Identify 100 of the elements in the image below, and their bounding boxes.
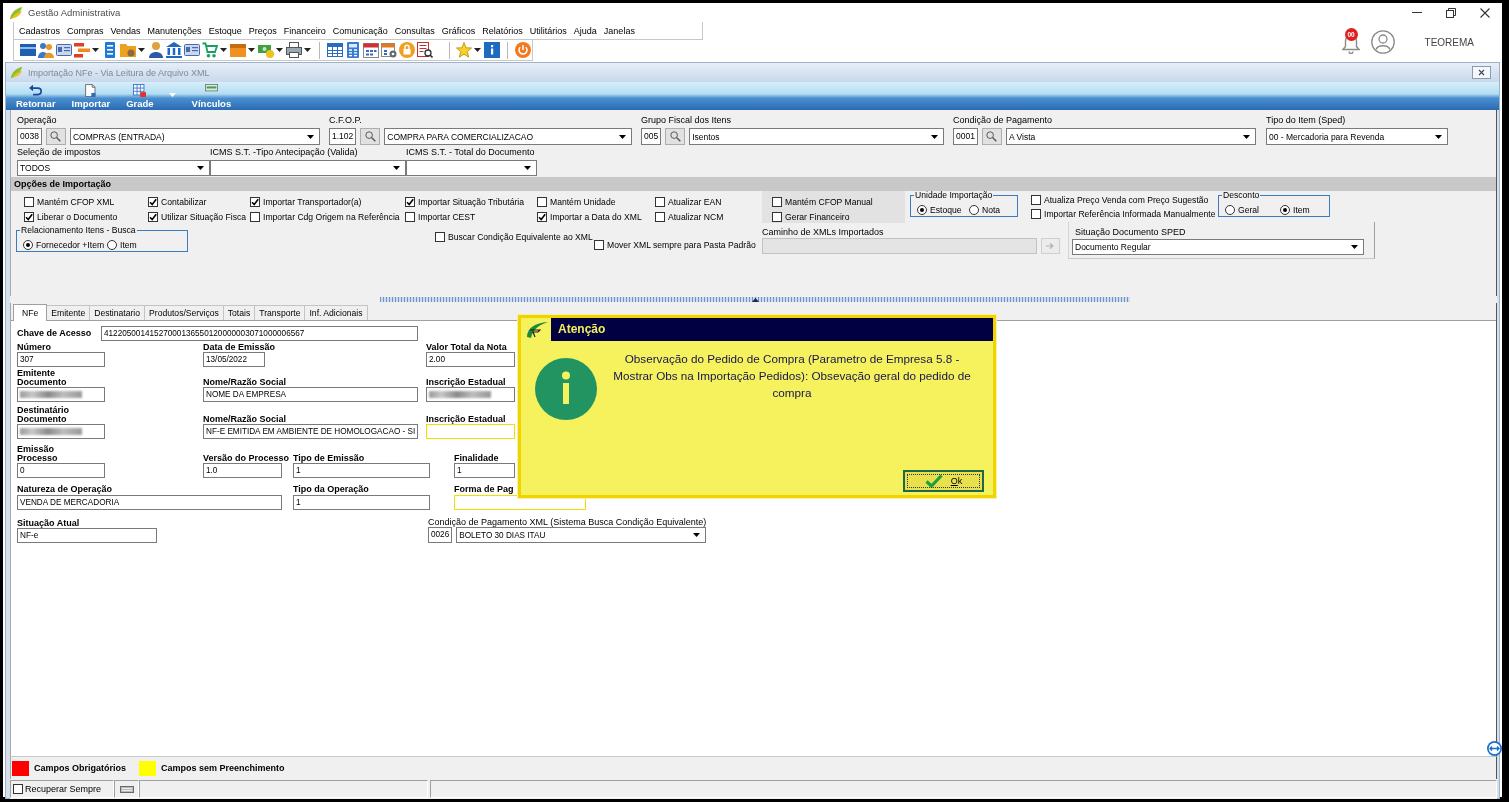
radio-button[interactable] xyxy=(917,204,927,215)
dropdown[interactable]: A Vista xyxy=(1005,128,1256,145)
star-icon[interactable] xyxy=(456,42,473,58)
text-field[interactable] xyxy=(17,387,105,402)
text-field[interactable]: 2.00 xyxy=(426,352,515,367)
checkbox[interactable] xyxy=(1031,208,1041,219)
toolbar-button[interactable]: Importar xyxy=(69,84,113,109)
menu-item[interactable]: Cadastros xyxy=(16,25,64,36)
folder-icon[interactable] xyxy=(120,42,136,58)
tab[interactable]: Produtos/Serviços xyxy=(144,305,224,320)
text-field[interactable]: 1.0 xyxy=(203,463,282,478)
id-card-icon[interactable] xyxy=(56,42,72,58)
radio-button[interactable] xyxy=(969,204,979,215)
double-arrow-icon[interactable] xyxy=(1487,741,1502,756)
checkbox[interactable] xyxy=(1031,194,1041,205)
text-field[interactable] xyxy=(17,424,105,439)
toolbar-button[interactable]: Retornar xyxy=(14,84,58,109)
printer-icon[interactable] xyxy=(286,42,302,58)
dropdown[interactable]: 00 - Mercadoria para Revenda xyxy=(1266,128,1448,145)
search-button[interactable] xyxy=(360,128,381,145)
checkbox[interactable] xyxy=(24,211,34,222)
text-field[interactable] xyxy=(426,387,515,402)
document-icon[interactable] xyxy=(102,42,118,58)
menu-item[interactable]: Janelas xyxy=(600,25,638,36)
caret-icon[interactable] xyxy=(138,48,145,52)
radio-button[interactable] xyxy=(23,239,33,250)
menu-item[interactable]: Estoque xyxy=(205,25,245,36)
report-search-icon[interactable] xyxy=(416,42,433,58)
list-icon[interactable] xyxy=(74,42,90,58)
people-icon[interactable] xyxy=(38,42,54,58)
close-icon[interactable] xyxy=(1472,66,1491,79)
search-button[interactable] xyxy=(45,128,66,145)
menu-item[interactable]: Vendas xyxy=(107,25,144,36)
code-field[interactable]: 0026 xyxy=(428,527,453,543)
checkbox[interactable] xyxy=(537,196,547,207)
menu-item[interactable]: Consultas xyxy=(391,25,438,36)
text-field[interactable]: 1 xyxy=(293,463,430,478)
menu-item[interactable]: Financeiro xyxy=(280,25,329,36)
ok-button[interactable]: Ok xyxy=(903,470,984,492)
text-field[interactable]: NOME DA EMPRESA xyxy=(203,387,418,402)
checkbox[interactable] xyxy=(148,196,158,207)
tab[interactable]: Inf. Adicionais xyxy=(304,305,368,320)
menu-item[interactable]: Comunicação xyxy=(329,25,391,36)
box-icon[interactable] xyxy=(230,42,246,58)
radio-button[interactable] xyxy=(1280,204,1290,215)
search-button[interactable] xyxy=(981,128,1002,145)
power-icon[interactable] xyxy=(515,42,531,58)
bank-icon[interactable] xyxy=(166,42,182,58)
menu-item[interactable]: Manutenções xyxy=(144,25,205,36)
caret-icon[interactable] xyxy=(248,48,255,52)
dropdown[interactable]: BOLETO 30 DIAS ITAU xyxy=(456,527,707,543)
caret-icon[interactable] xyxy=(220,48,227,52)
calendar-gear-icon[interactable] xyxy=(380,42,397,58)
checkbox[interactable] xyxy=(250,211,260,222)
dropdown[interactable]: Documento Regular xyxy=(1072,239,1364,255)
tab[interactable]: NFe xyxy=(13,304,48,321)
checkbox[interactable] xyxy=(250,196,260,207)
card-icon[interactable] xyxy=(20,42,36,58)
checkbox[interactable] xyxy=(148,211,158,222)
caret-icon[interactable] xyxy=(92,48,99,52)
menu-item[interactable]: Ajuda xyxy=(570,25,600,36)
text-field[interactable]: 307 xyxy=(17,352,105,367)
code-field[interactable]: 1.102 xyxy=(329,128,357,145)
menu-item[interactable]: Gráficos xyxy=(438,25,479,36)
dropdown[interactable] xyxy=(406,160,537,176)
checkbox[interactable] xyxy=(655,196,665,207)
code-field[interactable]: 0038 xyxy=(17,128,42,145)
caret-icon[interactable] xyxy=(304,48,311,52)
checkbox[interactable] xyxy=(13,784,23,794)
checkbox[interactable] xyxy=(594,239,604,250)
checkbox[interactable] xyxy=(655,211,665,222)
menu-item[interactable]: Utilitários xyxy=(526,25,570,36)
text-field[interactable]: 1 xyxy=(293,494,430,510)
text-field[interactable]: 41220500141527000136550120000003071000006567 xyxy=(101,326,418,341)
checkbox[interactable] xyxy=(772,196,782,207)
dropdown[interactable]: COMPRA PARA COMERCIALIZACAO xyxy=(384,128,632,145)
calendar-icon[interactable] xyxy=(362,42,379,58)
text-field[interactable]: NF-E EMITIDA EM AMBIENTE DE HOMOLOGACAO - SI xyxy=(203,424,418,439)
dropdown[interactable]: TODOS xyxy=(17,160,210,176)
radio-button[interactable] xyxy=(1225,204,1235,215)
menu-item[interactable]: Preços xyxy=(245,25,280,36)
checkbox[interactable] xyxy=(405,211,415,222)
radio-button[interactable] xyxy=(107,239,117,250)
info-icon[interactable] xyxy=(484,42,501,58)
text-field[interactable]: NF-e xyxy=(17,528,157,543)
user-icon[interactable] xyxy=(1370,30,1395,54)
toolbar-button[interactable]: Vínculos xyxy=(189,84,234,109)
checkbox[interactable] xyxy=(405,196,415,207)
caret-icon[interactable] xyxy=(474,48,482,52)
search-button[interactable] xyxy=(665,128,686,145)
caret-icon[interactable] xyxy=(276,48,283,52)
table-icon[interactable] xyxy=(326,42,343,58)
dropdown[interactable]: Isentos xyxy=(689,128,944,145)
text-field[interactable]: 1 xyxy=(454,463,515,478)
code-field[interactable]: 0001 xyxy=(953,128,978,145)
text-field[interactable]: 0 xyxy=(17,463,105,478)
text-field[interactable]: VENDA DE MERCADORIA xyxy=(17,494,282,510)
toolbar-button[interactable]: Grade xyxy=(124,84,178,109)
tab[interactable]: Transporte xyxy=(254,305,306,320)
checkbox[interactable] xyxy=(772,211,782,222)
